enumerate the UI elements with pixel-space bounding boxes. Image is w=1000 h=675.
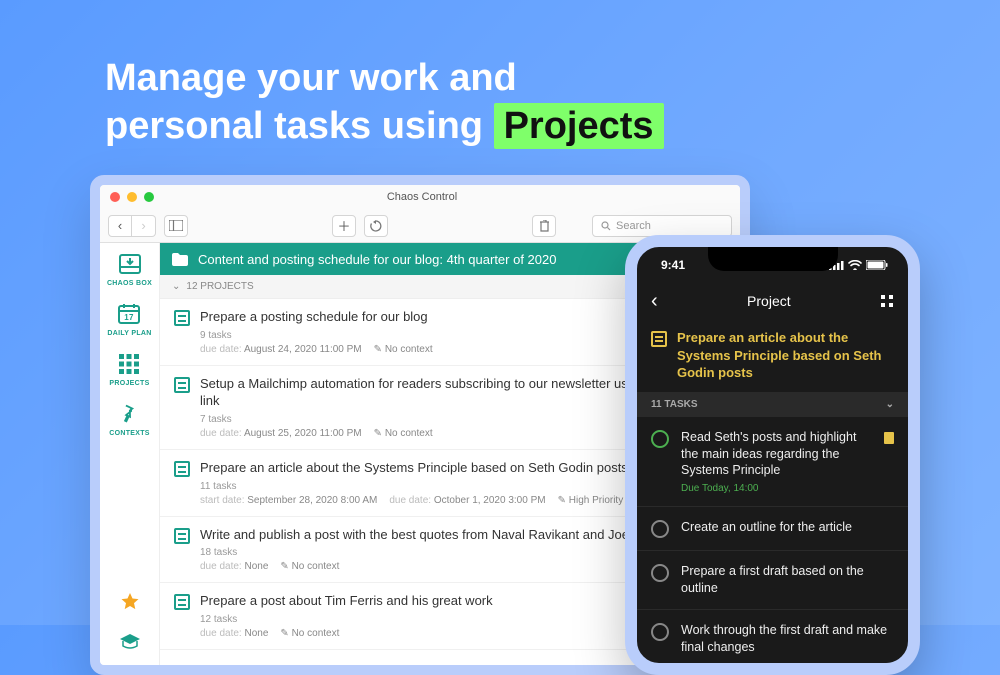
task-title: Read Seth's posts and highlight the main… [681, 429, 872, 480]
task-checkbox[interactable] [651, 623, 669, 641]
forward-button[interactable]: › [132, 215, 156, 237]
task-title: Prepare a first draft based on the outli… [681, 563, 894, 597]
back-button[interactable]: ‹ [108, 215, 132, 237]
titlebar: Chaos Control [100, 185, 740, 209]
context-tag: ✎ High Priority [558, 495, 624, 506]
context-tag: ✎ No context [280, 561, 339, 572]
sidebar-item-academy[interactable] [117, 629, 143, 655]
task-item[interactable]: Work through the first draft and make fi… [637, 610, 908, 669]
marketing-headline: Manage your work and personal tasks usin… [105, 55, 664, 150]
chevron-down-icon: ⌄ [886, 399, 894, 410]
star-icon [117, 589, 143, 615]
wifi-icon [848, 260, 862, 270]
task-item[interactable]: Read Seth's posts and highlight the main… [637, 417, 908, 508]
search-icon [601, 221, 611, 231]
sidebar: CHAOS BOX 17 DAILY PLAN PROJECTS CONTEXT… [100, 243, 160, 665]
context-tag: ✎ No context [374, 428, 433, 439]
status-time: 9:41 [661, 258, 685, 272]
project-icon [174, 377, 190, 393]
task-checkbox[interactable] [651, 564, 669, 582]
sidebar-item-label: DAILY PLAN [107, 330, 151, 337]
menu-button[interactable] [880, 294, 894, 308]
tasks-count-header[interactable]: 11 TASKS ⌄ [637, 392, 908, 417]
battery-icon [866, 260, 888, 270]
task-title: Work through the first draft and make fi… [681, 622, 894, 656]
headline-line2: personal tasks using Projects [105, 103, 664, 151]
task-title: Create an outline for the article [681, 519, 894, 536]
search-input[interactable]: Search [592, 215, 732, 237]
task-due: Due Today, 14:00 [681, 483, 872, 494]
add-button[interactable]: ＋ [332, 215, 356, 237]
svg-text:17: 17 [125, 313, 135, 322]
status-icons [829, 260, 888, 270]
project-icon [174, 461, 190, 477]
graduation-icon [117, 629, 143, 655]
mobile-app-screen: 9:41 ‹ Project Prepare an article about … [625, 235, 920, 675]
sidebar-item-label: PROJECTS [109, 380, 149, 387]
sidebar-item-contexts[interactable]: CONTEXTS [109, 401, 150, 437]
phone-notch [708, 247, 838, 271]
project-icon [174, 594, 190, 610]
project-icon [651, 331, 667, 347]
context-tag: ✎ No context [374, 344, 433, 355]
sidebar-toggle-button[interactable] [164, 215, 188, 237]
back-button[interactable]: ‹ [651, 290, 658, 313]
projects-count: 12 PROJECTS [186, 281, 253, 292]
note-icon [884, 432, 894, 444]
sidebar-item-chaosbox[interactable]: CHAOS BOX [107, 251, 152, 287]
sidebar-item-label: CHAOS BOX [107, 280, 152, 287]
banner-title: Content and posting schedule for our blo… [198, 252, 556, 267]
task-item[interactable]: Prepare a first draft based on the outli… [637, 551, 908, 610]
trash-button[interactable] [532, 215, 556, 237]
task-checkbox[interactable] [651, 430, 669, 448]
sidebar-item-favorites[interactable] [117, 589, 143, 615]
phone-nav-header: ‹ Project [637, 283, 908, 319]
grid-icon [116, 351, 142, 377]
context-tag: ✎ No context [280, 628, 339, 639]
task-checkbox[interactable] [651, 520, 669, 538]
project-title: Prepare an article about the Systems Pri… [677, 329, 894, 382]
headline-highlight: Projects [494, 103, 664, 149]
sidebar-item-label: CONTEXTS [109, 430, 150, 437]
project-icon [174, 528, 190, 544]
tasks-count: 11 TASKS [651, 399, 698, 410]
chevron-down-icon: ⌄ [172, 281, 180, 292]
sidebar-item-dailyplan[interactable]: 17 DAILY PLAN [107, 301, 151, 337]
inbox-icon [117, 251, 143, 277]
sidebar-item-projects[interactable]: PROJECTS [109, 351, 149, 387]
headline-line1: Manage your work and [105, 55, 664, 103]
pin-icon [116, 401, 142, 427]
nav-group: ‹ › [108, 215, 156, 237]
project-icon [174, 310, 190, 326]
window-title: Chaos Control [114, 191, 730, 203]
task-item[interactable]: Create an outline for the article [637, 507, 908, 551]
folder-icon [172, 253, 188, 266]
sync-button[interactable] [364, 215, 388, 237]
calendar-icon: 17 [116, 301, 142, 327]
project-title-row[interactable]: Prepare an article about the Systems Pri… [637, 319, 908, 392]
search-placeholder: Search [616, 220, 651, 232]
screen-title: Project [747, 293, 791, 309]
